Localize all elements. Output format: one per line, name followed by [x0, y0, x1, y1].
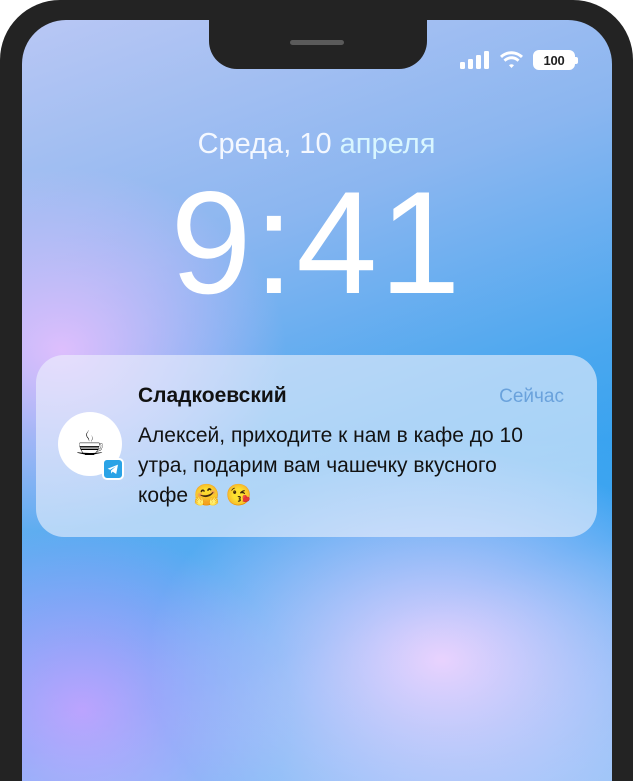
notification-message: Алексей, приходите к нам в кафе до 10 ут…: [138, 424, 523, 507]
phone-frame: 100 Среда, 10 апреля 9:41 ☕ Сладкоевский…: [0, 0, 633, 781]
notification-timestamp: Сейчас: [499, 386, 564, 407]
battery-level: 100: [543, 52, 565, 68]
status-bar: 100: [460, 50, 578, 70]
lock-screen-time: 9:41: [170, 161, 463, 324]
notification-sender: Сладкоевский: [138, 384, 287, 407]
cellular-signal-icon: [460, 51, 489, 69]
notification-card[interactable]: ☕ Сладкоевский Сейчас Алексей, приходите…: [36, 355, 597, 537]
wifi-icon: [500, 51, 523, 68]
date-month: апреля: [339, 128, 436, 160]
date-day: 10: [299, 128, 332, 160]
date-weekday: Среда,: [197, 128, 292, 160]
telegram-icon: [102, 458, 124, 480]
speaker-grille: [290, 40, 344, 45]
lock-screen-date: Среда, 10 апреля: [0, 128, 633, 161]
battery-icon: 100: [533, 50, 578, 70]
